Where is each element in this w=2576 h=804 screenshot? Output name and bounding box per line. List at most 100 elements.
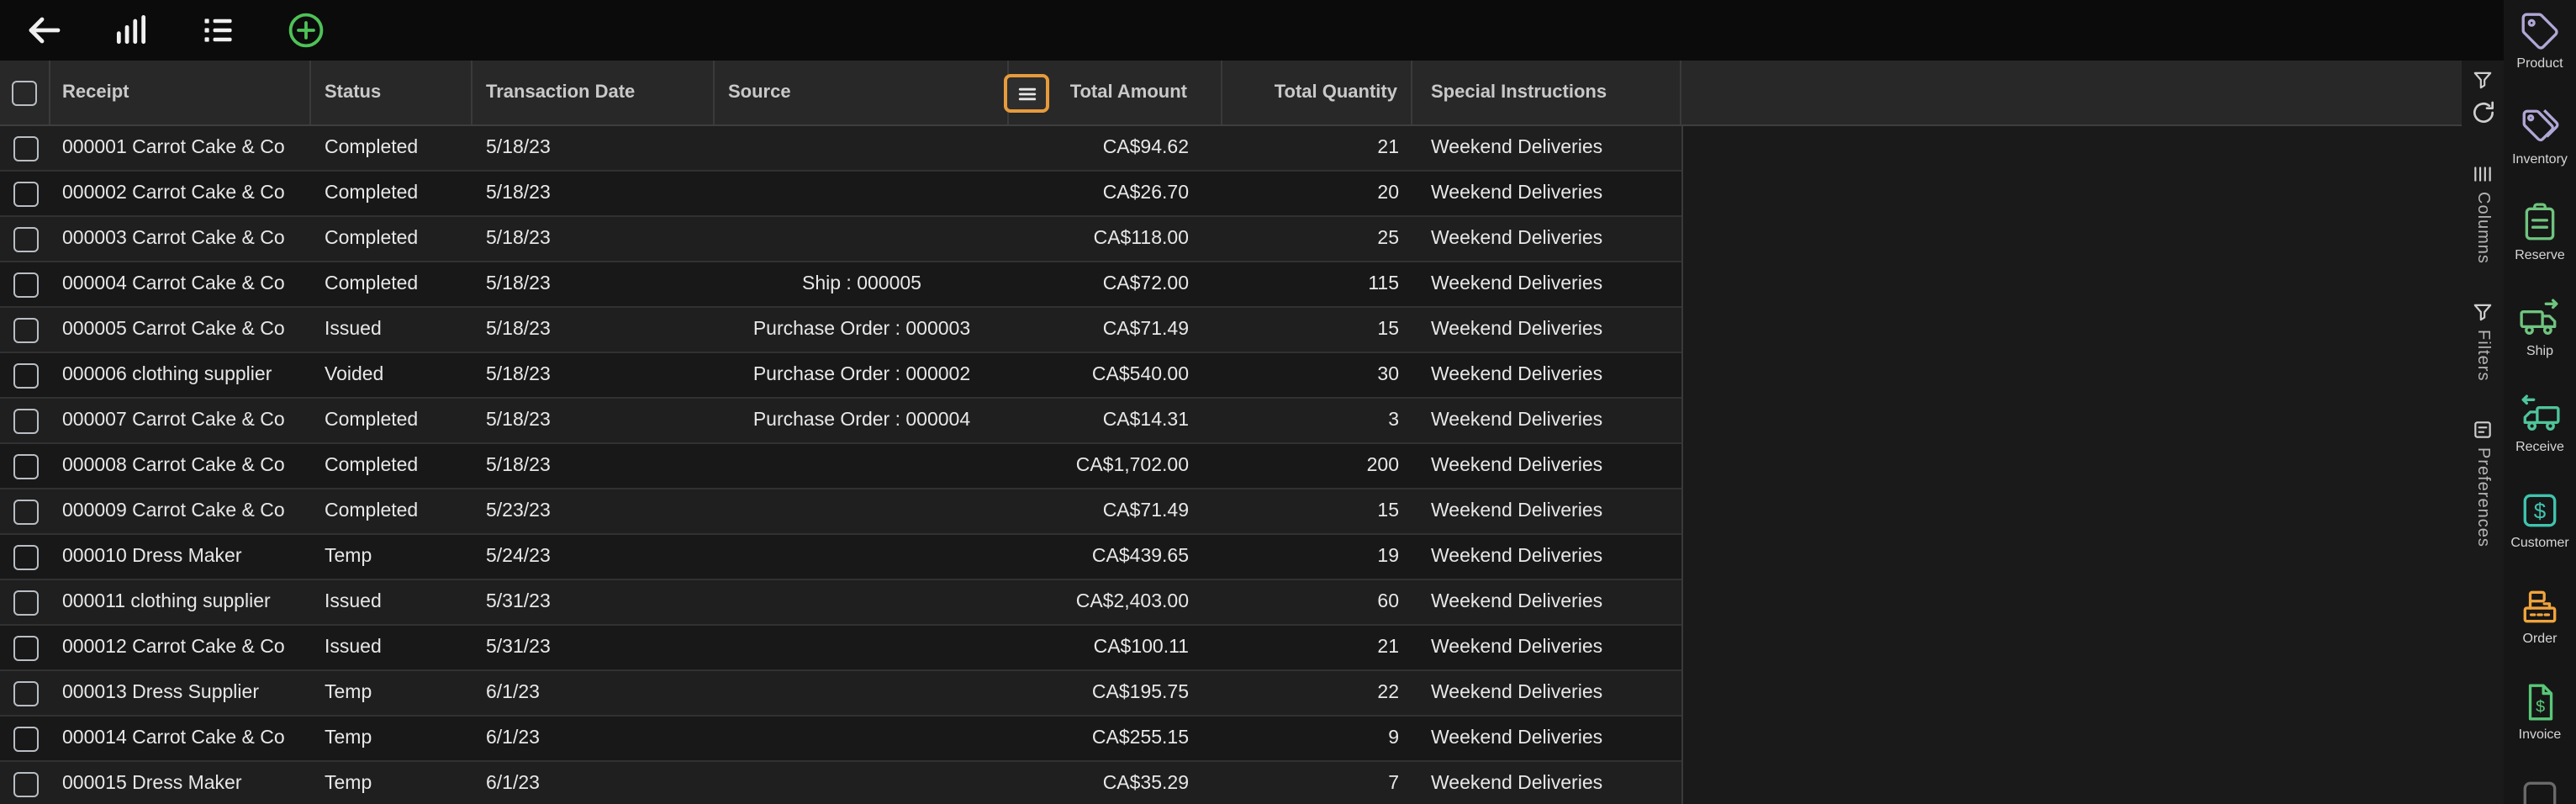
- cell-transaction-date: 5/31/23: [486, 592, 551, 612]
- row-checkbox[interactable]: [13, 635, 38, 660]
- sidebar-item-invoice[interactable]: $ Invoice: [2504, 681, 2576, 742]
- cell-status: Issued: [325, 592, 382, 612]
- row-checkbox[interactable]: [13, 544, 38, 569]
- row-checkbox[interactable]: [13, 272, 38, 297]
- column-menu-button[interactable]: [1004, 74, 1049, 113]
- sidebar-item-label: Inventory: [2512, 151, 2568, 167]
- cell-source: [715, 444, 1009, 488]
- column-header-special-instructions[interactable]: Special Instructions: [1412, 61, 1681, 124]
- row-checkbox[interactable]: [13, 680, 38, 706]
- sidebar-item-ship[interactable]: Ship: [2504, 298, 2576, 358]
- table-row[interactable]: 000008 Carrot Cake & Co Completed 5/18/2…: [0, 444, 1681, 489]
- table-row[interactable]: 000003 Carrot Cake & Co Completed 5/18/2…: [0, 217, 1681, 262]
- sidebar-item-label: Receive: [2515, 439, 2564, 454]
- reserve-clipboard-icon: [2519, 202, 2561, 244]
- table-row[interactable]: 000005 Carrot Cake & Co Issued 5/18/23 P…: [0, 308, 1681, 353]
- column-header-total-quantity[interactable]: Total Quantity: [1222, 61, 1412, 124]
- table-row[interactable]: 000007 Carrot Cake & Co Completed 5/18/2…: [0, 399, 1681, 444]
- row-checkbox[interactable]: [13, 135, 38, 161]
- select-all-checkbox[interactable]: [12, 80, 37, 105]
- cell-total-amount: CA$540.00: [1091, 365, 1189, 385]
- row-checkbox[interactable]: [13, 181, 38, 206]
- sidebar-item-inventory[interactable]: Inventory: [2504, 106, 2576, 167]
- cell-total-amount: CA$100.11: [1093, 637, 1189, 658]
- table-row[interactable]: 000004 Carrot Cake & Co Completed 5/18/2…: [0, 262, 1681, 308]
- cell-total-amount: CA$195.75: [1091, 683, 1189, 703]
- column-header-transaction-date[interactable]: Transaction Date: [472, 61, 715, 124]
- cell-receipt: 000009 Carrot Cake & Co: [62, 501, 285, 521]
- header-filler: [1681, 61, 2462, 124]
- row-checkbox[interactable]: [13, 453, 38, 479]
- table-row[interactable]: 000006 clothing supplier Voided 5/18/23 …: [0, 353, 1681, 399]
- cell-source: [715, 535, 1009, 579]
- bar-chart-icon[interactable]: [108, 7, 155, 54]
- scale-wrapper: Receipt Status Transaction Date Source T…: [0, 0, 2576, 804]
- row-checkbox-cell: [0, 126, 50, 170]
- row-checkbox-cell: [0, 580, 50, 624]
- filter-small-icon[interactable]: [2472, 69, 2494, 91]
- row-checkbox-cell: [0, 262, 50, 306]
- cell-status: Completed: [325, 410, 419, 431]
- cell-status: Issued: [325, 637, 382, 658]
- panel-tab-columns[interactable]: Columns: [2472, 163, 2494, 264]
- table-row[interactable]: 000012 Carrot Cake & Co Issued 5/31/23 C…: [0, 626, 1681, 671]
- row-checkbox[interactable]: [13, 726, 38, 751]
- columns-icon: [2472, 163, 2494, 185]
- customer-dollar-icon: $: [2519, 489, 2561, 532]
- cell-total-quantity: 7: [1388, 774, 1399, 794]
- table-row[interactable]: 000009 Carrot Cake & Co Completed 5/23/2…: [0, 489, 1681, 535]
- column-header-status[interactable]: Status: [311, 61, 472, 124]
- order-register-icon: [2519, 585, 2561, 627]
- row-checkbox[interactable]: [13, 499, 38, 524]
- list-view-icon[interactable]: [195, 7, 242, 54]
- cell-status: Temp: [325, 728, 372, 748]
- sidebar-item-partial[interactable]: [2504, 777, 2576, 804]
- sidebar-item-customer[interactable]: $ Customer: [2504, 489, 2576, 550]
- cell-source: [715, 717, 1009, 760]
- column-header-receipt[interactable]: Receipt: [50, 61, 311, 124]
- table-row[interactable]: 000014 Carrot Cake & Co Temp 6/1/23 CA$2…: [0, 717, 1681, 762]
- table-row[interactable]: 000013 Dress Supplier Temp 6/1/23 CA$195…: [0, 671, 1681, 717]
- sidebar-item-label: Ship: [2526, 343, 2553, 358]
- back-arrow-icon[interactable]: [20, 7, 67, 54]
- cell-source: [715, 217, 1009, 261]
- table-row[interactable]: 000011 clothing supplier Issued 5/31/23 …: [0, 580, 1681, 626]
- row-checkbox[interactable]: [13, 226, 38, 251]
- add-icon[interactable]: [282, 7, 330, 54]
- cell-receipt: 000013 Dress Supplier: [62, 683, 259, 703]
- sidebar-item-product[interactable]: Product: [2504, 10, 2576, 71]
- cell-source: [715, 626, 1009, 669]
- row-checkbox-cell: [0, 762, 50, 804]
- panel-tab-filters[interactable]: Filters: [2472, 301, 2494, 381]
- column-header-source[interactable]: Source: [715, 61, 1009, 124]
- cell-source: Purchase Order : 000003: [752, 320, 971, 340]
- cell-special-instructions: Weekend Deliveries: [1431, 637, 1603, 658]
- app-root: Receipt Status Transaction Date Source T…: [0, 0, 2576, 804]
- cell-source: [715, 580, 1009, 624]
- row-checkbox[interactable]: [13, 317, 38, 342]
- cell-total-amount: CA$71.49: [1102, 501, 1189, 521]
- row-checkbox[interactable]: [13, 362, 38, 388]
- cell-transaction-date: 5/24/23: [486, 547, 551, 567]
- cell-status: Completed: [325, 229, 419, 249]
- cell-transaction-date: 6/1/23: [486, 683, 540, 703]
- panel-tab-preferences[interactable]: Preferences: [2472, 418, 2494, 547]
- cell-total-quantity: 20: [1377, 183, 1399, 204]
- row-checkbox[interactable]: [13, 590, 38, 615]
- row-checkbox[interactable]: [13, 408, 38, 433]
- sidebar-item-receive[interactable]: Receive: [2504, 394, 2576, 454]
- sidebar-item-order[interactable]: Order: [2504, 585, 2576, 646]
- table-row[interactable]: 000002 Carrot Cake & Co Completed 5/18/2…: [0, 172, 1681, 217]
- cell-receipt: 000001 Carrot Cake & Co: [62, 138, 285, 158]
- table-row[interactable]: 000010 Dress Maker Temp 5/24/23 CA$439.6…: [0, 535, 1681, 580]
- table-row[interactable]: 000015 Dress Maker Temp 6/1/23 CA$35.29 …: [0, 762, 1681, 804]
- refresh-icon[interactable]: [2469, 99, 2496, 126]
- panel-tab-label: Preferences: [2473, 447, 2492, 547]
- cell-status: Completed: [325, 274, 419, 294]
- cell-status: Completed: [325, 138, 419, 158]
- row-checkbox[interactable]: [13, 771, 38, 796]
- cell-transaction-date: 5/18/23: [486, 320, 551, 340]
- sidebar-item-reserve[interactable]: Reserve: [2504, 202, 2576, 262]
- cell-total-amount: CA$14.31: [1102, 410, 1189, 431]
- table-row[interactable]: 000001 Carrot Cake & Co Completed 5/18/2…: [0, 126, 1681, 172]
